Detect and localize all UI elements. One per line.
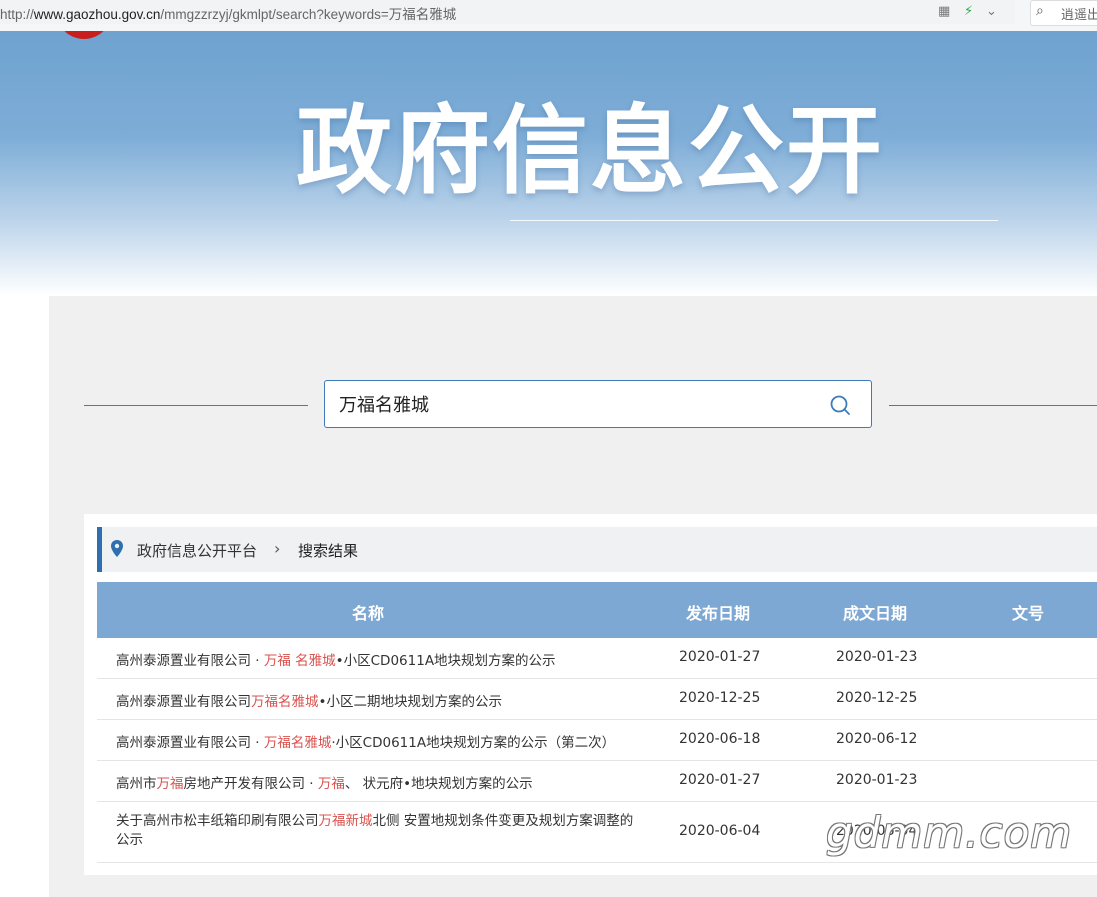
keyword-highlight: 万福 <box>156 776 184 792</box>
table-row[interactable]: 高州泰源置业有限公司 · 万福名雅城·小区CD0611A地块规划方案的公示（第二… <box>97 720 1097 761</box>
column-header-doc-no: 文号 <box>1012 604 1045 623</box>
address-bar-icons: ▦ ⚡ ⌄ <box>936 3 1006 21</box>
table-row[interactable]: 高州泰源置业有限公司 · 万福 名雅城•小区CD0611A地块规划方案的公示 2… <box>97 638 1097 679</box>
keyword-highlight: 万福名雅城 <box>251 694 319 710</box>
chevron-right-icon: › <box>274 539 281 558</box>
search-box <box>324 380 872 428</box>
search-input[interactable] <box>339 392 819 416</box>
browser-search-text: 逍遥出 <box>1061 8 1097 23</box>
search-button[interactable] <box>828 393 852 417</box>
keyword-highlight: 万福 <box>317 776 345 792</box>
title-part: 关于高州市松丰纸箱印刷有限公司 <box>116 813 319 829</box>
title-part: · <box>251 735 264 751</box>
banner-title: 政府信息公开 <box>296 95 884 207</box>
watermark: gdmm.com <box>826 808 1073 857</box>
made-date: 2020-06-12 <box>836 731 918 747</box>
result-title-link[interactable]: 高州泰源置业有限公司 · 万福 名雅城•小区CD0611A地块规划方案的公示 <box>116 649 556 669</box>
table-row[interactable]: 高州市万福房地产开发有限公司 · 万福、 状元府•地块规划方案的公示 2020-… <box>97 761 1097 802</box>
publish-date: 2020-06-18 <box>679 731 761 747</box>
url-text[interactable]: http://www.gaozhou.gov.cn/mmgzzrzyj/gkml… <box>0 3 456 23</box>
publish-date: 2020-01-27 <box>679 772 761 788</box>
made-date: 2020-01-23 <box>836 649 918 665</box>
made-date: 2020-01-23 <box>836 772 918 788</box>
table-header: 名称 发布日期 成文日期 文号 <box>97 582 1097 638</box>
title-part: 高州泰源置业有限公司 <box>116 735 251 751</box>
title-part: 高州泰源置业有限公司 <box>116 694 251 710</box>
bolt-icon[interactable]: ⚡ <box>964 3 973 21</box>
url-host: www.gaozhou.gov.cn <box>33 7 161 22</box>
publish-date: 2020-12-25 <box>679 690 761 706</box>
title-part: •小区CD0611A地块规划方案的公示 <box>335 653 556 669</box>
browser-search-box[interactable]: ⌕ 逍遥出 <box>1030 0 1097 26</box>
result-title-link[interactable]: 高州泰源置业有限公司 · 万福名雅城·小区CD0611A地块规划方案的公示（第二… <box>116 731 615 751</box>
browser-toolbar: http://www.gaozhou.gov.cn/mmgzzrzyj/gkml… <box>0 0 1097 32</box>
page-banner: 政府信息公开 <box>0 31 1097 296</box>
result-title-link[interactable]: 高州泰源置业有限公司万福名雅城•小区二期地块规划方案的公示 <box>116 690 502 710</box>
url-prefix: http:// <box>0 7 34 22</box>
magnifier-icon <box>830 395 850 415</box>
title-part: 、 状元府•地块规划方案的公示 <box>344 776 533 792</box>
column-header-made-date: 成文日期 <box>843 604 908 623</box>
title-part: ·小区CD0611A地块规划方案的公示（第二次） <box>331 735 616 751</box>
made-date: 2020-12-25 <box>836 690 918 706</box>
title-part: •小区二期地块规划方案的公示 <box>318 694 502 710</box>
column-header-publish-date: 发布日期 <box>686 604 751 623</box>
publish-date: 2020-06-04 <box>679 823 761 839</box>
title-part: · <box>251 653 264 669</box>
title-part: · <box>305 776 318 792</box>
banner-divider <box>510 220 998 221</box>
search-icon: ⌕ <box>1036 3 1044 19</box>
chevron-down-icon[interactable]: ⌄ <box>986 3 997 21</box>
breadcrumb: 政府信息公开平台 › 搜索结果 <box>97 527 1097 572</box>
title-part: 房地产开发有限公司 <box>183 776 306 792</box>
result-title-link[interactable]: 关于高州市松丰纸箱印刷有限公司万福新城北侧 安置地规划条件变更及规划方案调整的公… <box>116 812 646 850</box>
national-emblem-icon <box>56 31 112 39</box>
column-header-name: 名称 <box>352 604 385 623</box>
address-bar[interactable]: http://www.gaozhou.gov.cn/mmgzzrzyj/gkml… <box>0 0 1015 24</box>
title-part: 高州泰源置业有限公司 <box>116 653 251 669</box>
keyword-highlight: 万福 名雅城 <box>263 653 336 669</box>
breadcrumb-current: 搜索结果 <box>298 542 359 560</box>
qr-grid-icon[interactable]: ▦ <box>938 3 950 21</box>
keyword-highlight: 万福名雅城 <box>263 735 332 751</box>
search-decoration-left <box>84 405 308 406</box>
result-title-link[interactable]: 高州市万福房地产开发有限公司 · 万福、 状元府•地块规划方案的公示 <box>116 772 533 792</box>
keyword-highlight: 万福新城 <box>318 813 373 829</box>
title-part: 高州市 <box>116 776 157 792</box>
publish-date: 2020-01-27 <box>679 649 761 665</box>
search-decoration-right <box>889 405 1097 406</box>
table-row[interactable]: 高州泰源置业有限公司万福名雅城•小区二期地块规划方案的公示 2020-12-25… <box>97 679 1097 720</box>
breadcrumb-home-link[interactable]: 政府信息公开平台 <box>137 540 257 561</box>
url-path: /mmgzzrzyj/gkmlpt/search?keywords=万福名雅城 <box>160 7 457 22</box>
location-pin-icon <box>111 540 123 557</box>
